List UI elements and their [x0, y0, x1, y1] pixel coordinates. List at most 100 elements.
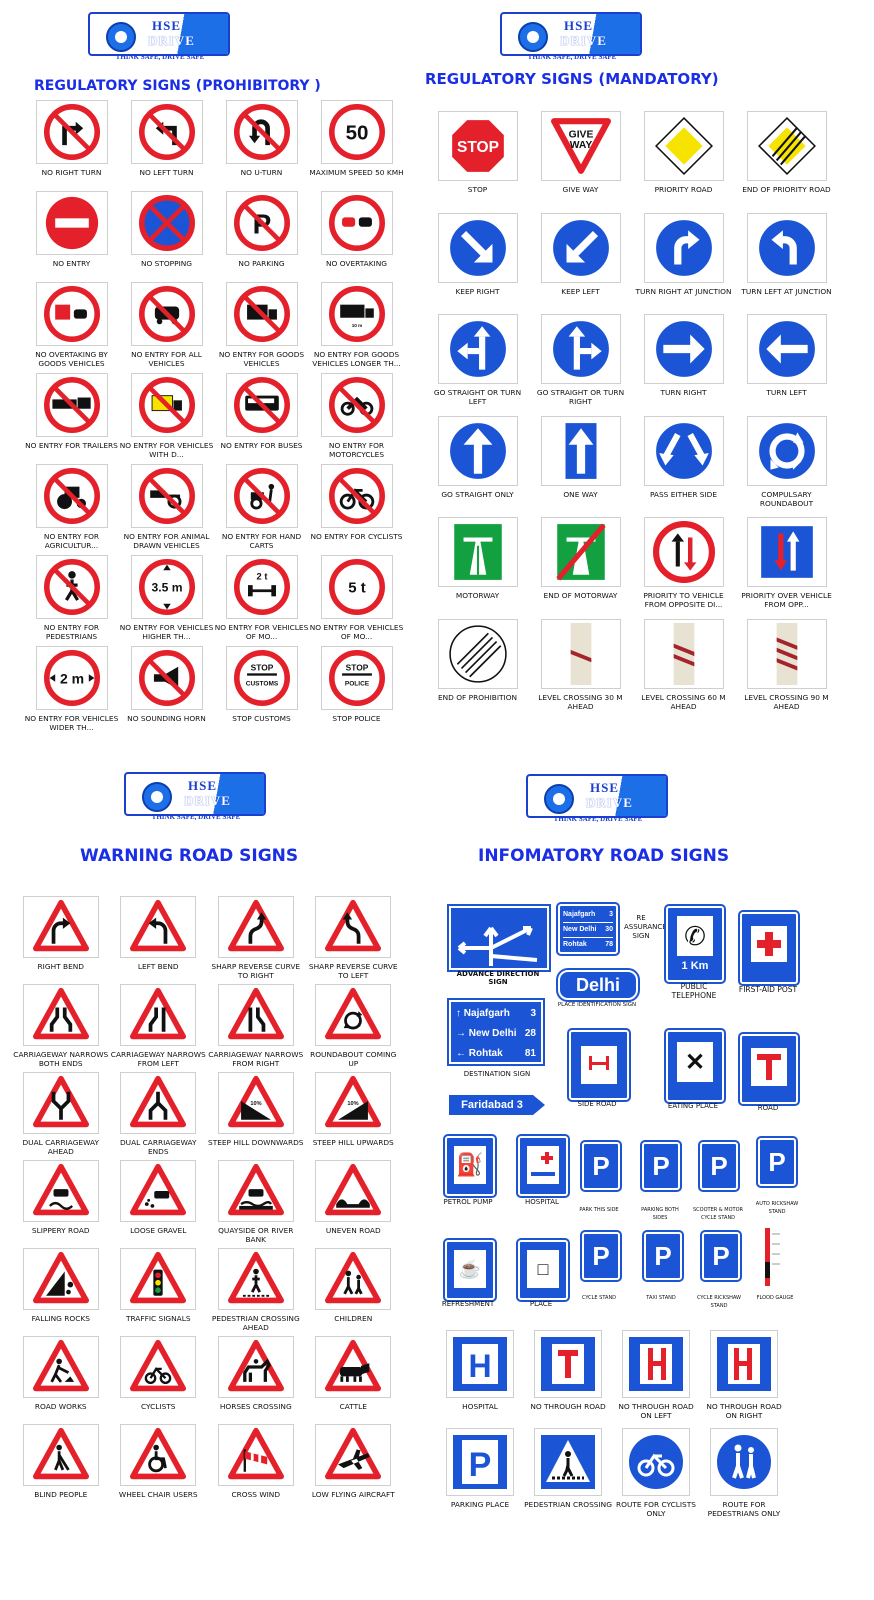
no-entry-vehicles-icon: [138, 286, 195, 342]
sign-label: QUAYSIDE OR RIVER BANK: [218, 1226, 294, 1244]
sign-card: CATTLE: [305, 1336, 403, 1424]
keep-right-sign: [437, 212, 518, 283]
turn-left-sign: [746, 314, 827, 384]
steep-up-sign: 10%: [315, 1072, 392, 1134]
parking-letter: P: [712, 1241, 730, 1271]
parking-letter: P: [768, 1147, 786, 1177]
taxi-stand-sign: P: [642, 1230, 684, 1282]
narrows-right-sign: [217, 984, 294, 1046]
weight-limit-sign: 5 t: [320, 555, 393, 619]
reverse-curve-right-sign: [217, 896, 294, 958]
sign-card: LEVEL CROSSING 90 M AHEAD: [735, 618, 838, 721]
quayside-icon: [227, 1163, 284, 1216]
no-through-right-sign: [710, 1330, 778, 1398]
sign-label: NO ENTRY FOR VEHICLES WITH D...: [119, 441, 214, 459]
sign-card: KEEP LEFT: [529, 212, 632, 315]
end-priority-road-icon: [757, 117, 816, 175]
sign-label: NO SOUNDING HORN: [127, 714, 206, 723]
cycle-stand-sign: P: [580, 1230, 622, 1282]
sign-label: CROSS WIND: [231, 1490, 281, 1499]
sign-card: QUAYSIDE OR RIVER BANK: [207, 1160, 305, 1248]
keep-right-icon: [447, 217, 508, 278]
sign-card: GO STRAIGHT OR TURN RIGHT: [529, 314, 632, 416]
no-dangerous-goods-sign: [130, 373, 203, 437]
sign-label: COMPULSARY ROUNDABOUT: [759, 489, 814, 508]
park-this-side-label: PARK THIS SIDE: [579, 1207, 619, 1213]
sign-card: DUAL CARRIAGEWAY AHEAD: [12, 1072, 110, 1160]
sign-label: NO U-TURN: [240, 168, 283, 177]
no-pedestrians-icon: [43, 559, 100, 615]
no-long-goods-sign: 10 m: [320, 282, 393, 346]
one-way-icon: [562, 420, 599, 481]
no-tractors-sign: [35, 464, 108, 528]
axle-limit-sign: 2 t: [225, 555, 298, 619]
destination-label: DESTINATION SIGN: [463, 1070, 531, 1078]
sign-label: NO OVERTAKING: [326, 259, 387, 268]
steering-wheel-icon: [142, 782, 172, 812]
turn-right-junction-sign: [643, 212, 724, 283]
place-name: Delhi: [575, 975, 620, 995]
straight-only-icon: [447, 420, 508, 481]
no-motorcycles-sign: [320, 373, 393, 437]
eating-place-sign: ✕: [664, 1028, 726, 1104]
pedestrian-route-sign: [710, 1428, 778, 1496]
sign-card: PRIORITY OVER VEHICLE FROM OPP...: [735, 517, 838, 619]
reassurance-label: RE ASSURANCE SIGN: [624, 914, 667, 940]
sign-card: PRIORITY TO VEHICLE FROM OPPOSITE DI...: [632, 517, 735, 619]
height-limit-icon: 3.5 m: [138, 559, 195, 615]
sign-label: NO ENTRY FOR TRAILERS: [25, 441, 118, 450]
keep-left-sign: [540, 212, 621, 283]
sign-card: NO ENTRY FOR ANIMAL DRAWN VEHICLES: [119, 464, 214, 555]
steering-wheel-icon: [544, 784, 574, 814]
sign-card: NO ENTRY FOR HAND CARTS: [214, 464, 309, 555]
quayside-sign: [217, 1160, 294, 1222]
first-aid-sign: [738, 910, 800, 986]
sign-label: LOW FLYING AIRCRAFT: [311, 1490, 395, 1499]
sign-label: PARKING PLACE: [450, 1500, 510, 1509]
sign-card: DUAL CARRIAGEWAY ENDS: [110, 1072, 208, 1160]
sign-label: RIGHT BEND: [37, 962, 84, 971]
parking-letter: P: [652, 1151, 670, 1181]
sign-label: PEDESTRIAN CROSSING AHEAD: [211, 1314, 300, 1332]
road-t-icon: [751, 1048, 787, 1086]
brand-line1: HSE: [564, 18, 594, 33]
cyclists-sign: [120, 1336, 197, 1398]
sign-card: P NO PARKING: [214, 191, 309, 282]
slippery-road-icon: [32, 1163, 89, 1216]
sign-card: NO ENTRY FOR BUSES: [214, 373, 309, 464]
svg-text:CUSTOMS: CUSTOMS: [245, 680, 278, 687]
sign-label: DUAL CARRIAGEWAY AHEAD: [22, 1138, 99, 1156]
sign-card: 10% STEEP HILL UPWARDS: [305, 1072, 403, 1160]
stop-customs-icon: STOP CUSTOMS: [233, 650, 290, 706]
reassurance-km: 3: [609, 911, 613, 918]
svg-text:STOP: STOP: [457, 139, 499, 156]
width-limit-sign: 2 m: [35, 646, 108, 710]
public-telephone-sign: ✆ 1 Km: [664, 904, 726, 984]
sign-label: GO STRAIGHT ONLY: [441, 489, 514, 499]
sign-label: TURN RIGHT: [660, 388, 707, 397]
svg-text:STOP: STOP: [345, 663, 368, 673]
parking-both-sides-sign: P: [640, 1140, 682, 1192]
sign-card: GO STRAIGHT OR TURN LEFT: [426, 314, 529, 416]
sign-card: TURN RIGHT: [632, 314, 735, 416]
no-parking-sign: P: [225, 191, 298, 255]
destination-place: New Delhi: [468, 1028, 517, 1039]
no-through-left-icon: [627, 1335, 685, 1393]
stop-sign-sign: STOP: [437, 111, 518, 181]
end-prohibition-icon: [448, 624, 507, 683]
sign-label: NO ENTRY FOR VEHICLES OF MO...: [214, 623, 309, 641]
cup-icon: ☕: [454, 1250, 486, 1288]
sign-label: NO ENTRY FOR VEHICLES OF MO...: [309, 623, 404, 641]
svg-text:2 m: 2 m: [59, 671, 83, 687]
mandatory-sign-grid: STOP STOP GIVE WAY GIVE WAY PRIORITY ROAD END …: [426, 111, 842, 720]
sign-card: NO U-TURN: [214, 100, 309, 191]
brand-line1: HSE: [590, 780, 620, 795]
sign-label: WHEEL CHAIR USERS: [118, 1490, 198, 1499]
sign-card: NO ENTRY: [24, 191, 119, 282]
fuel-pump-icon: ⛽: [454, 1146, 486, 1184]
reassurance-place: Najafgarh: [563, 911, 596, 918]
road-works-icon: [32, 1339, 89, 1392]
sign-label: BLIND PEOPLE: [34, 1490, 88, 1499]
sign-label: NO RIGHT TURN: [41, 168, 102, 177]
sign-card: CROSS WIND: [207, 1424, 305, 1512]
